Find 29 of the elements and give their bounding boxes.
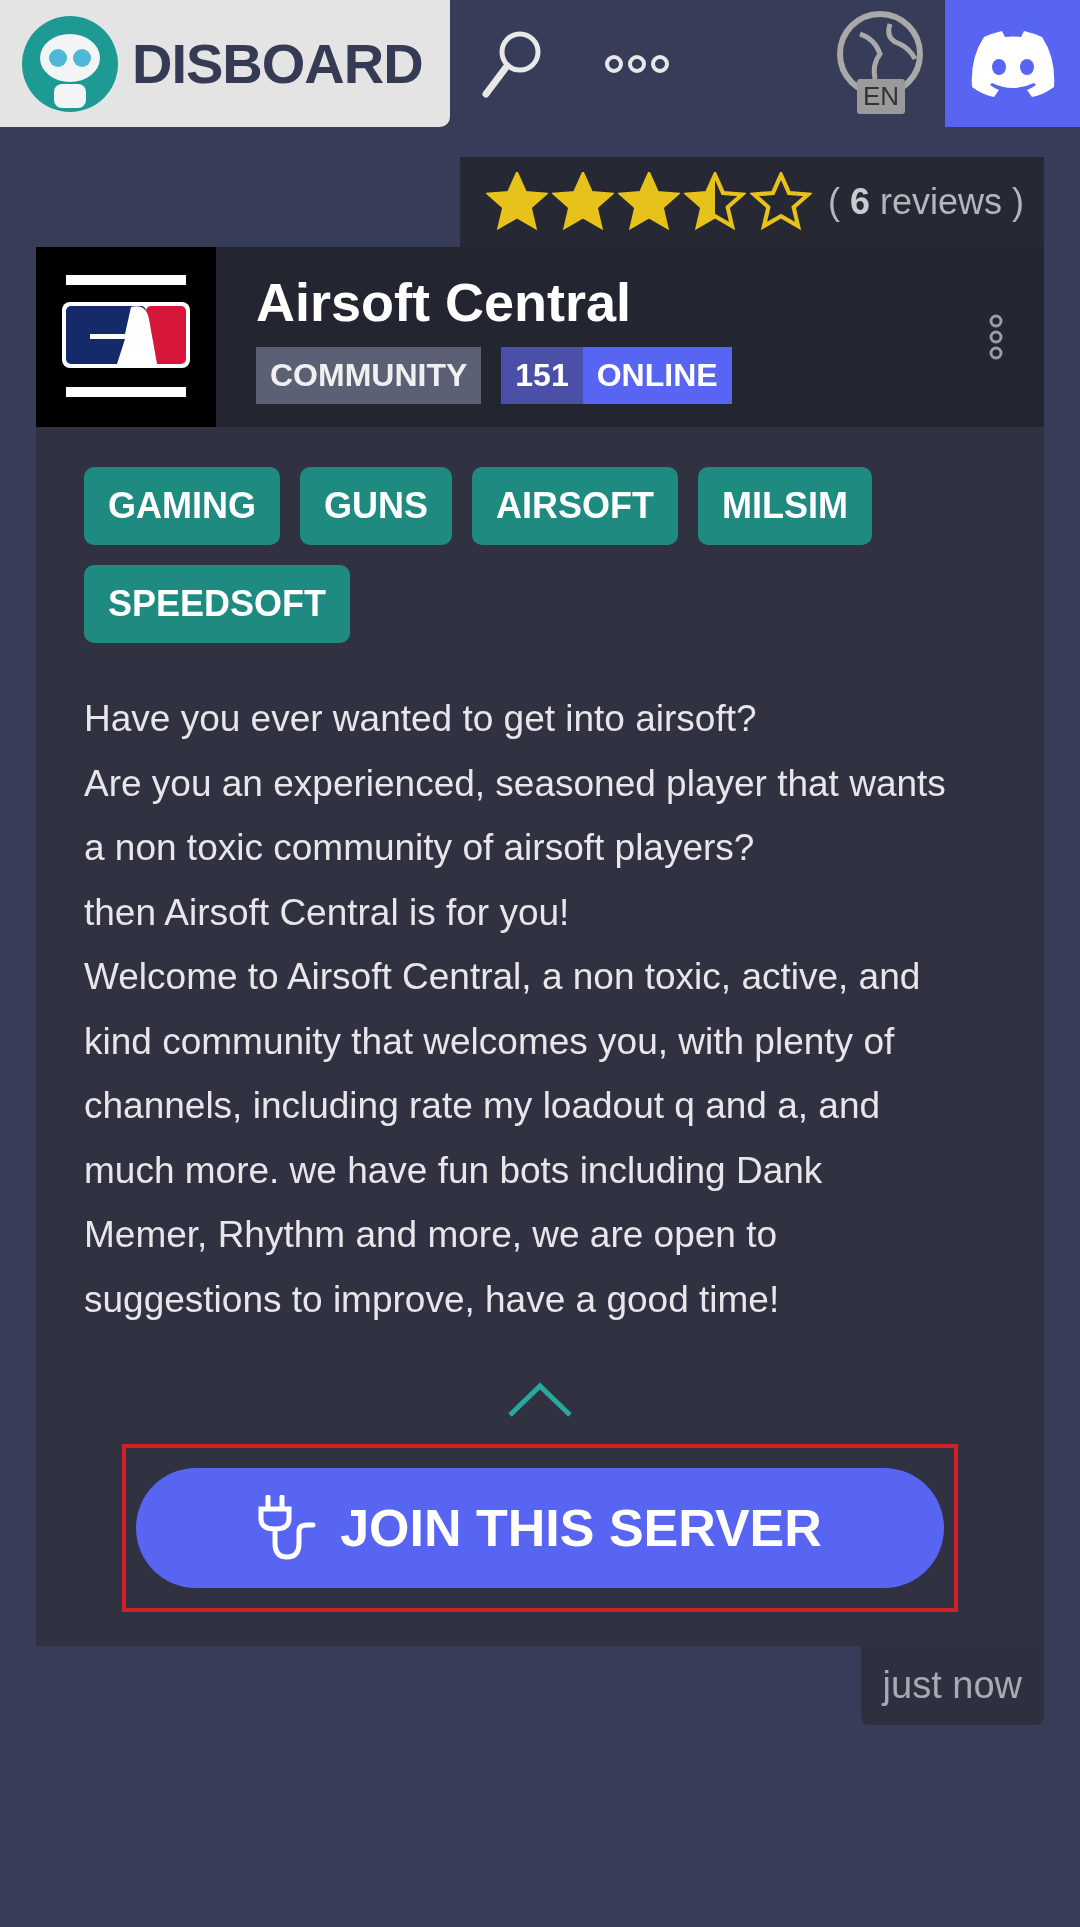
tag[interactable]: AIRSOFT xyxy=(472,467,678,545)
star-icon xyxy=(749,172,812,232)
review-count[interactable]: ( 6 reviews ) xyxy=(827,181,1024,223)
join-server-button[interactable]: JOIN THIS SERVER xyxy=(136,1468,944,1588)
star-icon xyxy=(683,172,746,232)
more-vertical-icon[interactable] xyxy=(988,314,1004,360)
robot-icon xyxy=(20,13,120,114)
timestamp: just now xyxy=(860,1646,1044,1725)
tag[interactable]: SPEEDSOFT xyxy=(84,565,351,643)
tag[interactable]: GUNS xyxy=(300,467,452,545)
more-icon[interactable] xyxy=(604,53,670,74)
server-name[interactable]: Airsoft Central xyxy=(256,270,988,333)
star-icon xyxy=(551,172,614,232)
tag[interactable]: GAMING xyxy=(84,467,280,545)
tag[interactable]: MILSIM xyxy=(698,467,872,545)
discord-icon xyxy=(969,30,1056,97)
online-label: ONLINE xyxy=(582,346,732,404)
language-code: EN xyxy=(857,78,906,114)
star-icon xyxy=(485,172,548,232)
language-selector[interactable]: EN xyxy=(835,8,925,119)
star-icon xyxy=(617,172,680,232)
category-badge: COMMUNITY xyxy=(256,346,482,404)
plug-icon xyxy=(258,1495,317,1561)
logo-text: DISBOARD xyxy=(132,31,423,96)
chevron-up-icon[interactable] xyxy=(507,1382,573,1418)
disboard-logo[interactable]: DISBOARD xyxy=(0,0,450,127)
online-count: 151 xyxy=(501,346,583,404)
server-description: Have you ever wanted to get into airsoft? Are you an experienced, seasoned player that wants a non toxic community of airsoft players? then Airsoft Central is for you! Welcome to Airsoft Central, a non toxic, active, and kind community that welcomes you, with plenty of channels, including rate my loadout q and a, and much more. we have fun bots including Dank Memer, Rhythm and more, we are open to suggestions to improve, have a good time! xyxy=(84,697,947,1322)
discord-login-button[interactable] xyxy=(945,0,1080,127)
